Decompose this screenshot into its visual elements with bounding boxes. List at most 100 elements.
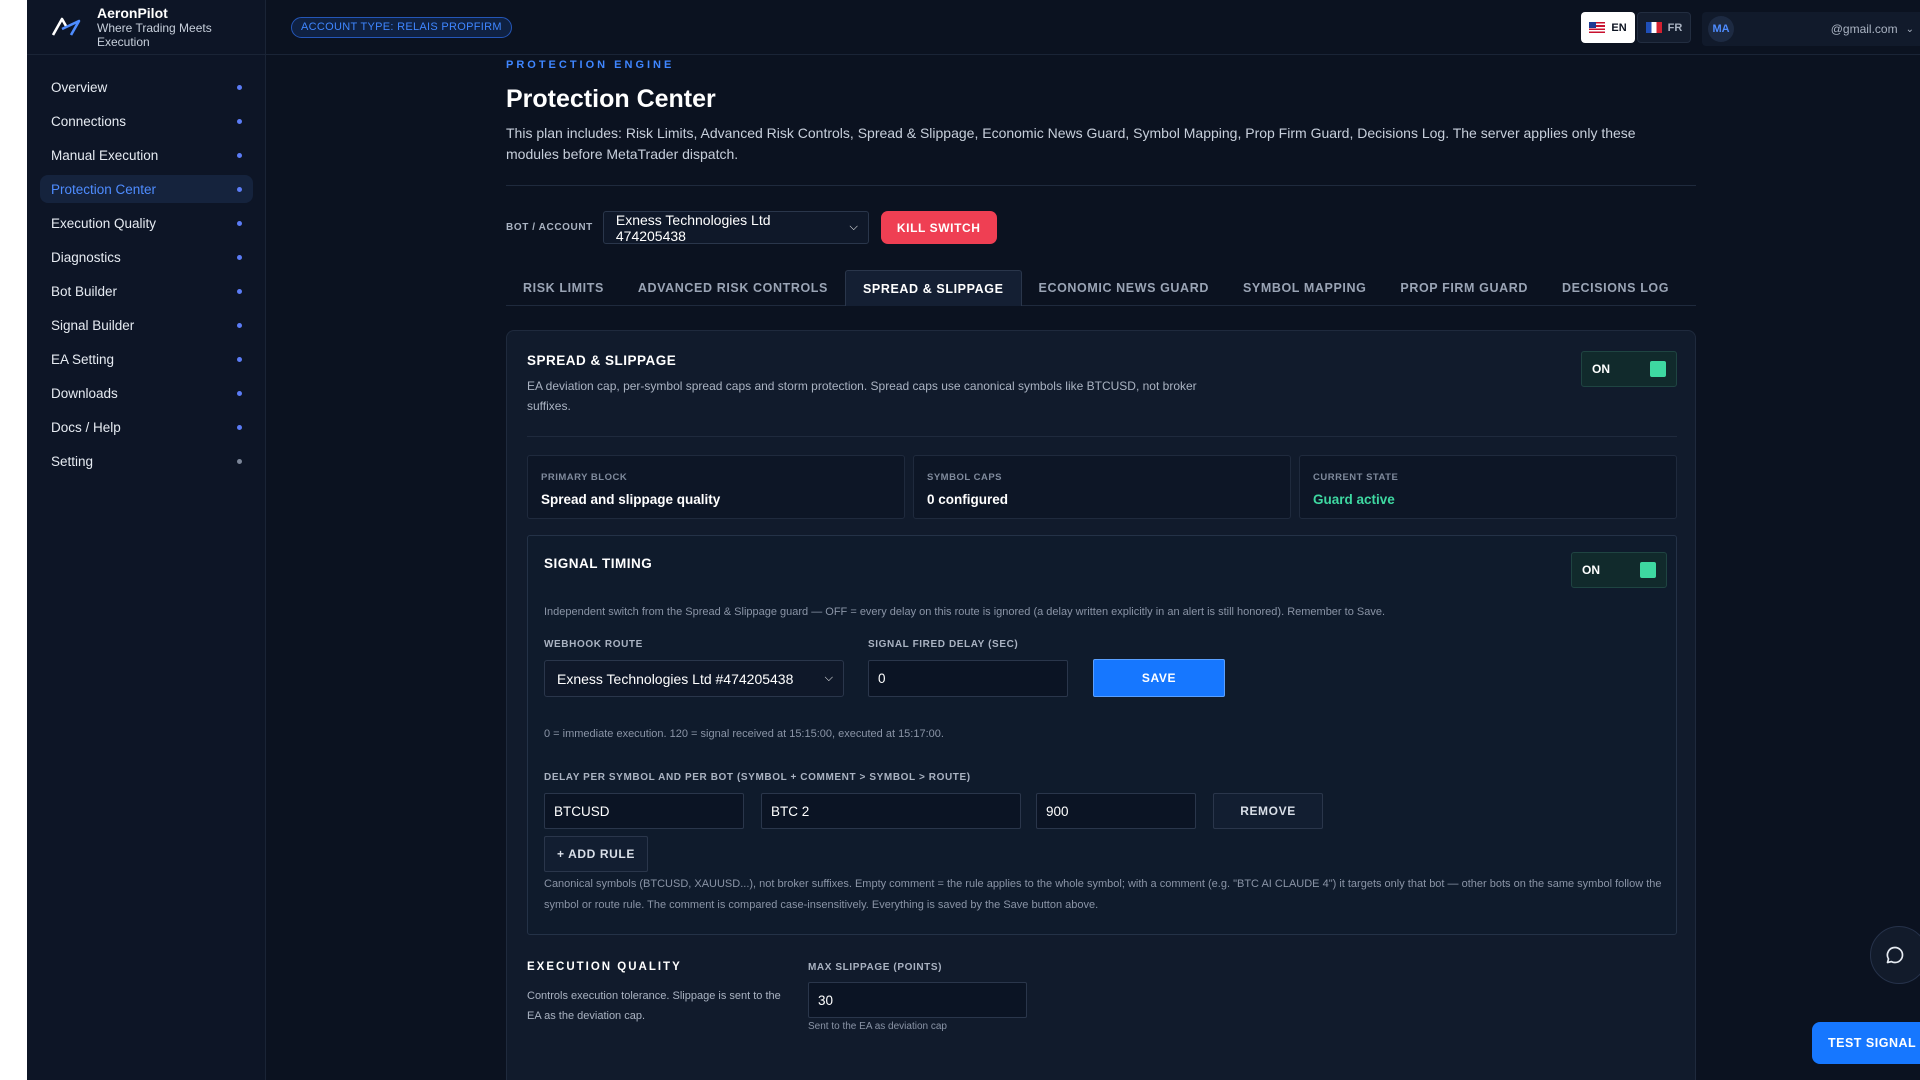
signal-timing-title: SIGNAL TIMING — [544, 556, 653, 571]
sidebar-item-protection-center[interactable]: Protection Center — [40, 175, 253, 203]
sidebar-item-diagnostics[interactable]: Diagnostics — [40, 243, 253, 271]
add-rule-button[interactable]: + ADD RULE — [544, 836, 648, 872]
signal-timing-description: Independent switch from the Spread & Sli… — [544, 606, 1386, 618]
bot-account-value: Exness Technologies Ltd 474205438 — [615, 211, 771, 244]
stat-label: CURRENT STATE — [1313, 472, 1399, 483]
chevron-down-icon: ⌵ — [824, 672, 833, 684]
lang-fr-button[interactable]: FR — [1637, 12, 1691, 43]
sidebar-nav: Overview Connections Manual Execution Pr… — [27, 55, 265, 475]
status-dot — [237, 323, 242, 328]
status-dot — [237, 221, 242, 226]
sidebar-item-connections[interactable]: Connections — [40, 107, 253, 135]
left-edge-strip — [0, 0, 27, 1080]
fr-flag-icon — [1645, 22, 1662, 33]
toggle-label: ON — [1582, 563, 1600, 577]
status-dot — [237, 459, 242, 464]
us-flag-icon — [1589, 22, 1606, 33]
signal-timing-panel: SIGNAL TIMING ON Independent switch from… — [527, 535, 1677, 935]
page-title: Protection Center — [506, 85, 716, 113]
sidebar-item-signal-builder[interactable]: Signal Builder — [40, 311, 253, 339]
signal-delay-label: SIGNAL FIRED DELAY (SEC) — [868, 639, 1019, 650]
webhook-route-select[interactable]: Exness Technologies Ltd #474205438 ⌵ — [544, 660, 844, 697]
lang-en-button[interactable]: EN — [1581, 12, 1635, 43]
sidebar-item-overview[interactable]: Overview — [40, 73, 253, 101]
delay-help-text: 0 = immediate execution. 120 = signal re… — [544, 728, 944, 740]
sidebar-item-label: Execution Quality — [51, 215, 157, 231]
sidebar-item-docs-help[interactable]: Docs / Help — [40, 413, 253, 441]
max-slippage-help: Sent to the EA as deviation cap — [808, 1021, 947, 1032]
rule-comment-input[interactable]: BTC 2 — [761, 793, 1021, 829]
sidebar: AeronPilot Where Trading Meets Execution… — [27, 0, 266, 1080]
user-email: @gmail.com — [1830, 22, 1898, 36]
status-dot — [237, 153, 242, 158]
status-dot — [237, 357, 242, 362]
spread-slippage-card: SPREAD & SLIPPAGE EA deviation cap, per-… — [506, 330, 1696, 1080]
signal-timing-toggle[interactable]: ON — [1571, 552, 1667, 588]
sidebar-item-execution-quality[interactable]: Execution Quality — [40, 209, 253, 237]
stat-current-state: CURRENT STATE Guard active — [1299, 455, 1677, 519]
spread-slippage-toggle[interactable]: ON — [1581, 351, 1677, 387]
sidebar-item-label: Manual Execution — [51, 147, 159, 163]
sidebar-item-manual-execution[interactable]: Manual Execution — [40, 141, 253, 169]
bot-account-select[interactable]: Exness Technologies Ltd 474205438 ⌵ — [602, 211, 869, 244]
sidebar-item-bot-builder[interactable]: Bot Builder — [40, 277, 253, 305]
rule-delay-input[interactable]: 900 — [1036, 793, 1196, 829]
status-dot — [237, 187, 242, 192]
chat-bubble-icon — [1886, 946, 1904, 964]
webhook-route-label: WEBHOOK ROUTE — [544, 639, 643, 650]
webhook-route-value: Exness Technologies Ltd #474205438 — [557, 670, 794, 687]
delay-rules-label: DELAY PER SYMBOL AND PER BOT (SYMBOL + C… — [544, 772, 971, 783]
tab-economic-news-guard[interactable]: ECONOMIC NEWS GUARD — [1022, 270, 1226, 306]
sidebar-item-label: Bot Builder — [51, 283, 118, 299]
chevron-down-icon: ⌄ — [1905, 23, 1914, 35]
tab-advanced-risk-controls[interactable]: ADVANCED RISK CONTROLS — [621, 270, 845, 306]
spread-slippage-description: EA deviation cap, per-symbol spread caps… — [527, 379, 1197, 413]
stat-label: SYMBOL CAPS — [927, 472, 1003, 483]
status-dot — [237, 425, 242, 430]
sidebar-item-setting[interactable]: Setting — [40, 447, 253, 475]
max-slippage-input[interactable]: 30 — [808, 982, 1027, 1018]
status-dot — [237, 391, 242, 396]
tab-risk-limits[interactable]: RISK LIMITS — [506, 270, 621, 306]
sidebar-item-downloads[interactable]: Downloads — [40, 379, 253, 407]
brand[interactable]: AeronPilot Where Trading Meets Execution — [27, 0, 265, 55]
status-dot — [237, 119, 242, 124]
toggle-label: ON — [1592, 362, 1610, 376]
tab-prop-firm-guard[interactable]: PROP FIRM GUARD — [1383, 270, 1545, 306]
brand-name: AeronPilot — [97, 5, 168, 21]
sidebar-item-label: Connections — [51, 113, 127, 129]
sidebar-item-label: Diagnostics — [51, 249, 121, 265]
chat-button[interactable] — [1870, 926, 1920, 984]
sidebar-item-label: EA Setting — [51, 351, 115, 367]
sidebar-item-ea-setting[interactable]: EA Setting — [40, 345, 253, 373]
lang-en-label: EN — [1611, 21, 1627, 34]
chevron-down-icon: ⌵ — [849, 221, 858, 233]
stat-primary-block: PRIMARY BLOCK Spread and slippage qualit… — [527, 455, 905, 519]
execution-quality-description: Controls execution tolerance. Slippage i… — [527, 990, 781, 1022]
save-button[interactable]: SAVE — [1093, 659, 1225, 697]
stat-value: 0 configured — [927, 492, 1009, 507]
remove-rule-button[interactable]: REMOVE — [1213, 793, 1323, 829]
tab-decisions-log[interactable]: DECISIONS LOG — [1545, 270, 1686, 306]
rule-symbol-input[interactable]: BTCUSD — [544, 793, 744, 829]
tab-symbol-mapping[interactable]: SYMBOL MAPPING — [1226, 270, 1383, 306]
max-slippage-label: MAX SLIPPAGE (POINTS) — [808, 962, 943, 973]
stat-symbol-caps: SYMBOL CAPS 0 configured — [913, 455, 1291, 519]
signal-delay-input[interactable]: 0 — [868, 660, 1068, 697]
account-type-badge: ACCOUNT TYPE: RELAIS PROPFIRM — [291, 17, 512, 38]
kill-switch-button[interactable]: KILL SWITCH — [880, 211, 997, 244]
stat-value: Guard active — [1313, 492, 1395, 507]
user-menu[interactable]: MA @gmail.com ⌄ — [1702, 12, 1920, 46]
divider — [506, 185, 1696, 186]
status-dot — [237, 85, 242, 90]
tab-spread-slippage[interactable]: SPREAD & SLIPPAGE — [844, 270, 1022, 306]
sidebar-item-label: Protection Center — [51, 181, 157, 197]
avatar: MA — [1708, 16, 1734, 42]
test-signal-button[interactable]: TEST SIGNAL — [1812, 1022, 1920, 1064]
divider — [527, 436, 1677, 437]
module-tabs: RISK LIMITS ADVANCED RISK CONTROLS SPREA… — [506, 270, 1696, 306]
bot-account-label: BOT / ACCOUNT — [506, 222, 593, 233]
stat-value: Spread and slippage quality — [541, 492, 721, 507]
sidebar-item-label: Downloads — [51, 385, 118, 401]
lang-fr-label: FR — [1667, 21, 1683, 34]
